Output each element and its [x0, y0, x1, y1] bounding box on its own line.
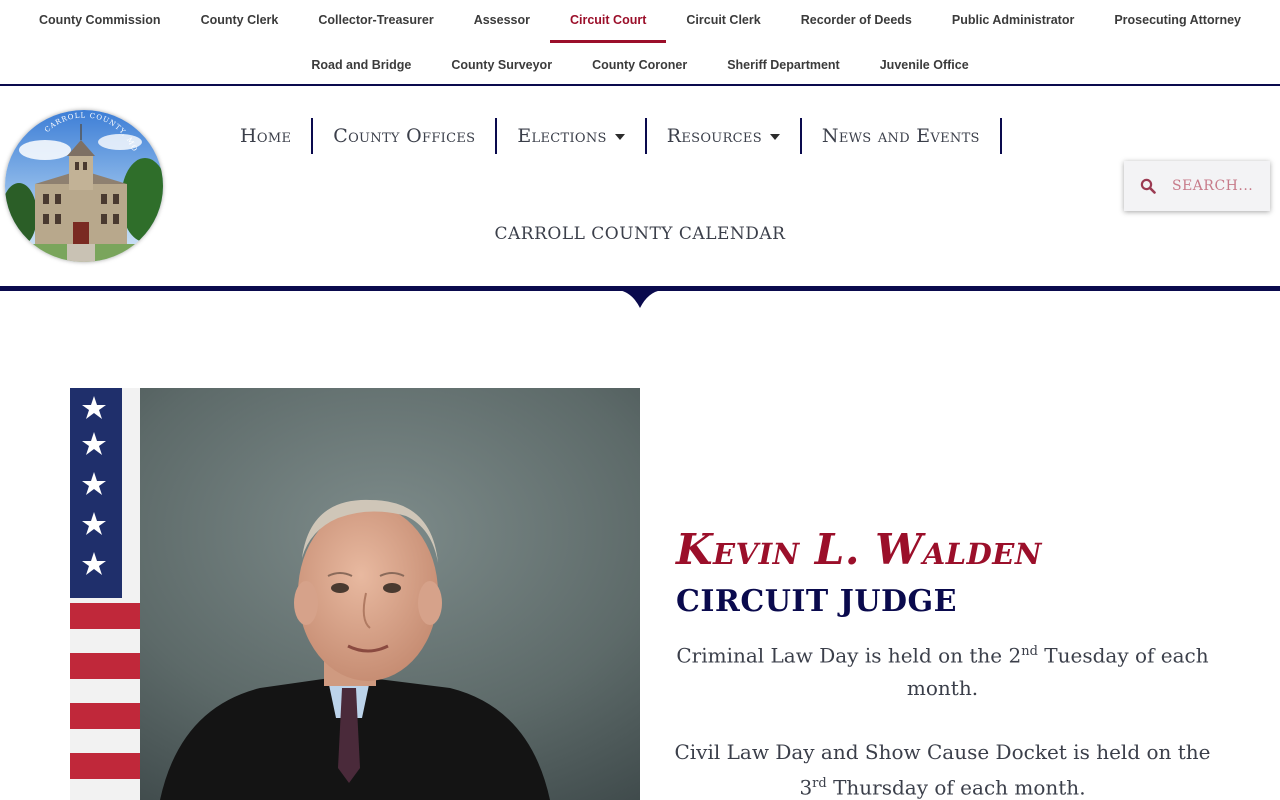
- header-divider: [0, 286, 1280, 308]
- civil-law-day-text-a: Civil Law Day and Show Cause Docket is h…: [674, 739, 1211, 764]
- nav-county-coroner[interactable]: County Coroner: [572, 46, 707, 84]
- civil-law-day-ordinal: rd: [812, 775, 827, 791]
- main-nav-resources[interactable]: Resources: [647, 118, 802, 154]
- civil-law-day-text-c: Thursday of each month.: [826, 775, 1086, 800]
- main-nav-home[interactable]: Home: [220, 118, 314, 154]
- nav-public-administrator[interactable]: Public Administrator: [932, 0, 1094, 42]
- main-nav-news-and-events[interactable]: News and Events: [802, 118, 1002, 154]
- nav-county-surveyor[interactable]: County Surveyor: [431, 46, 572, 84]
- civil-law-day-text-b: 3: [799, 775, 813, 800]
- nav-recorder-of-deeds[interactable]: Recorder of Deeds: [781, 0, 932, 42]
- main-nav: Home County Offices Elections Resources …: [220, 116, 1002, 156]
- site-header: CARROLL COUNTY, MO Home County Offices E…: [0, 86, 1280, 288]
- nav-assessor[interactable]: Assessor: [454, 0, 550, 42]
- nav-road-and-bridge[interactable]: Road and Bridge: [291, 46, 431, 84]
- nav-county-commission[interactable]: County Commission: [19, 0, 181, 42]
- department-nav-row-1: County Commission County Clerk Collector…: [0, 0, 1280, 43]
- nav-collector-treasurer[interactable]: Collector-Treasurer: [298, 0, 453, 42]
- main-nav-resources-label: Resources: [666, 125, 762, 147]
- judge-name: Kevin L. Walden: [676, 525, 1042, 574]
- nav-circuit-clerk[interactable]: Circuit Clerk: [666, 0, 780, 42]
- civil-law-day-text: Civil Law Day and Show Cause Docket is h…: [660, 736, 1225, 800]
- criminal-law-day-text: Criminal Law Day is held on the 2nd Tues…: [660, 636, 1225, 704]
- calendar-link-wrapper: CARROLL COUNTY CALENDAR: [0, 224, 1280, 244]
- department-nav-row-2: Road and Bridge County Surveyor County C…: [0, 46, 1280, 84]
- judge-info: Kevin L. Walden CIRCUIT JUDGE Criminal L…: [660, 520, 1225, 800]
- nav-juvenile-office[interactable]: Juvenile Office: [860, 46, 989, 84]
- main-nav-news-and-events-label: News and Events: [821, 125, 980, 147]
- main-nav-home-label: Home: [240, 125, 292, 147]
- main-nav-county-offices[interactable]: County Offices: [313, 118, 498, 154]
- criminal-law-day-ordinal: nd: [1021, 644, 1038, 659]
- search-input[interactable]: [1172, 178, 1268, 194]
- main-nav-calendar[interactable]: CARROLL COUNTY CALENDAR: [495, 224, 786, 244]
- department-nav: County Commission County Clerk Collector…: [0, 0, 1280, 86]
- nav-county-clerk[interactable]: County Clerk: [181, 0, 299, 42]
- main-nav-elections[interactable]: Elections: [497, 118, 647, 154]
- chevron-down-icon: [769, 134, 780, 140]
- judge-photo: [70, 388, 640, 800]
- main-nav-elections-label: Elections: [517, 125, 607, 147]
- main-nav-county-offices-label: County Offices: [333, 125, 476, 147]
- nav-prosecuting-attorney[interactable]: Prosecuting Attorney: [1094, 0, 1261, 42]
- search-icon[interactable]: [1140, 178, 1156, 194]
- judge-portrait-image: [70, 388, 640, 800]
- nav-circuit-court[interactable]: Circuit Court: [549, 0, 667, 43]
- judge-title: CIRCUIT JUDGE: [676, 584, 958, 619]
- nav-sheriff-department[interactable]: Sheriff Department: [707, 46, 860, 84]
- criminal-law-day-text-a: Criminal Law Day is held on the 2: [676, 643, 1022, 668]
- search-box[interactable]: [1124, 161, 1270, 211]
- chevron-down-icon: [614, 134, 625, 140]
